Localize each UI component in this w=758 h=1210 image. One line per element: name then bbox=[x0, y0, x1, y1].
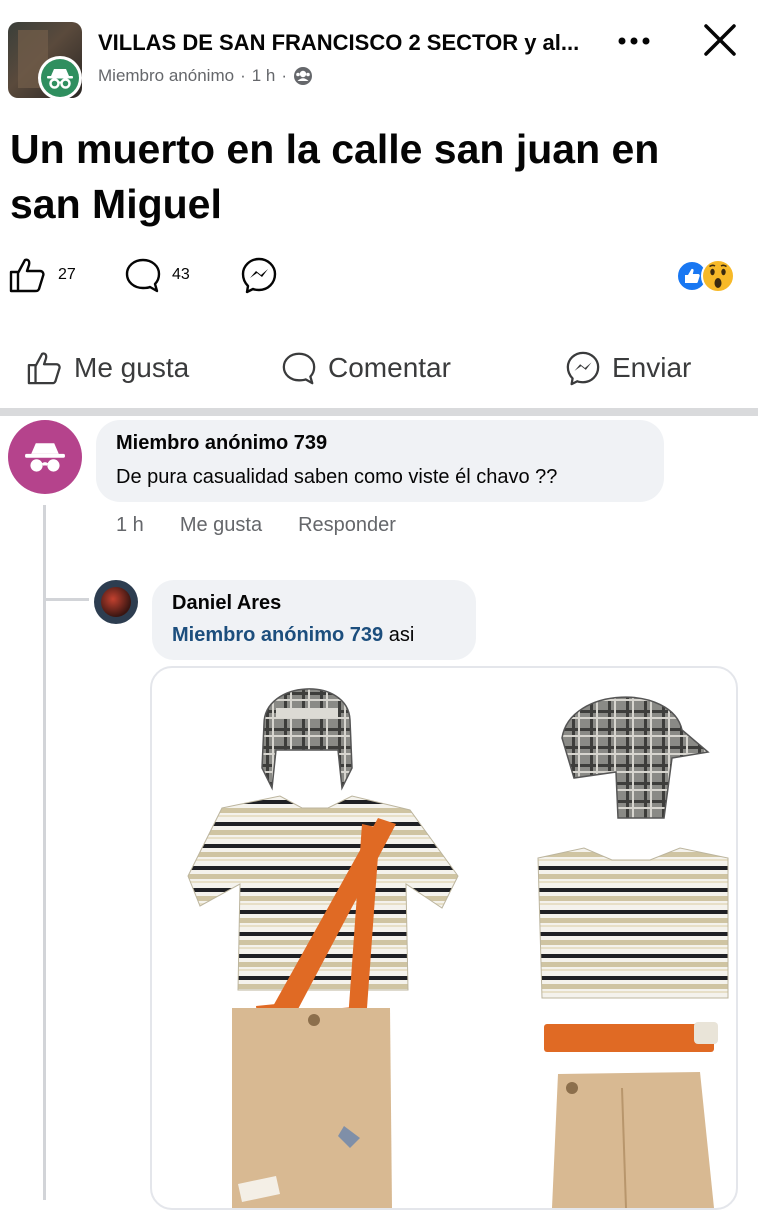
comment-like-link[interactable]: Me gusta bbox=[180, 514, 262, 537]
meta-separator: · bbox=[240, 66, 246, 85]
section-divider bbox=[0, 408, 758, 416]
share-messenger[interactable] bbox=[240, 256, 278, 294]
thumbs-up-icon bbox=[27, 352, 61, 385]
reply-text: Miembro anónimo 739 asi bbox=[172, 624, 414, 647]
group-name[interactable]: VILLAS DE SAN FRANCISCO 2 SECTOR y al... bbox=[98, 30, 579, 56]
like-count-value: 27 bbox=[58, 266, 76, 283]
more-options-icon[interactable] bbox=[616, 22, 652, 54]
costume-photo bbox=[187, 688, 729, 1208]
reply-author[interactable]: Daniel Ares bbox=[172, 592, 281, 615]
commenter-avatar[interactable] bbox=[8, 420, 82, 494]
comment-time[interactable]: 1 h bbox=[116, 514, 144, 537]
send-button[interactable]: Enviar bbox=[564, 350, 691, 386]
thread-line bbox=[43, 505, 46, 1200]
reply-avatar-image bbox=[101, 587, 131, 617]
comment-count[interactable]: 43 bbox=[124, 256, 190, 294]
comment-button-label: Comentar bbox=[328, 352, 451, 383]
messenger-icon bbox=[566, 351, 600, 386]
send-button-label: Enviar bbox=[612, 352, 692, 383]
reply-avatar[interactable] bbox=[94, 580, 138, 624]
pants-left bbox=[232, 1008, 392, 1208]
incognito-icon bbox=[25, 443, 65, 472]
thumbs-up-icon bbox=[9, 258, 45, 293]
messenger-icon bbox=[241, 257, 277, 294]
like-count[interactable]: 27 bbox=[8, 256, 76, 294]
orange-strap bbox=[544, 1022, 718, 1052]
post-text: Un muerto en la calle san juan en san Mi… bbox=[10, 126, 660, 227]
comment-bubble: Miembro anónimo 739 De pura casualidad s… bbox=[96, 420, 664, 502]
post-meta: Miembro anónimo · 1 h · bbox=[98, 66, 313, 86]
post-time[interactable]: 1 h bbox=[252, 66, 276, 86]
comment-actions: 1 h Me gusta Responder bbox=[116, 514, 396, 537]
comment-bubble-icon bbox=[282, 352, 316, 385]
reply-text-body: asi bbox=[388, 624, 415, 646]
comment-author[interactable]: Miembro anónimo 739 bbox=[116, 432, 327, 455]
like-button[interactable]: Me gusta bbox=[26, 350, 189, 386]
pants-right bbox=[552, 1072, 714, 1208]
reply-photo[interactable] bbox=[150, 666, 738, 1210]
anonymous-badge bbox=[38, 56, 82, 100]
comment-text: De pura casualidad saben como viste él c… bbox=[116, 466, 558, 488]
like-button-label: Me gusta bbox=[74, 352, 190, 383]
hat-right bbox=[561, 696, 710, 819]
separator-dot: · bbox=[281, 66, 288, 85]
comment-count-value: 43 bbox=[172, 266, 190, 283]
comment-bubble-icon bbox=[125, 258, 161, 293]
reactions-summary[interactable] bbox=[674, 258, 740, 294]
reply-bubble: Daniel Ares Miembro anónimo 739 asi bbox=[152, 580, 476, 660]
audience-group-icon[interactable] bbox=[293, 66, 313, 86]
reply-mention[interactable]: Miembro anónimo 739 bbox=[172, 624, 383, 646]
author-name[interactable]: Miembro anónimo bbox=[98, 66, 234, 86]
wow-reaction-icon bbox=[701, 259, 735, 293]
thread-branch bbox=[43, 598, 89, 601]
comment-reply-link[interactable]: Responder bbox=[298, 514, 396, 537]
incognito-icon bbox=[47, 69, 73, 89]
close-icon[interactable] bbox=[700, 20, 740, 65]
comment-button[interactable]: Comentar bbox=[280, 350, 451, 386]
hat-left bbox=[261, 688, 353, 791]
shirt-right bbox=[537, 847, 729, 999]
